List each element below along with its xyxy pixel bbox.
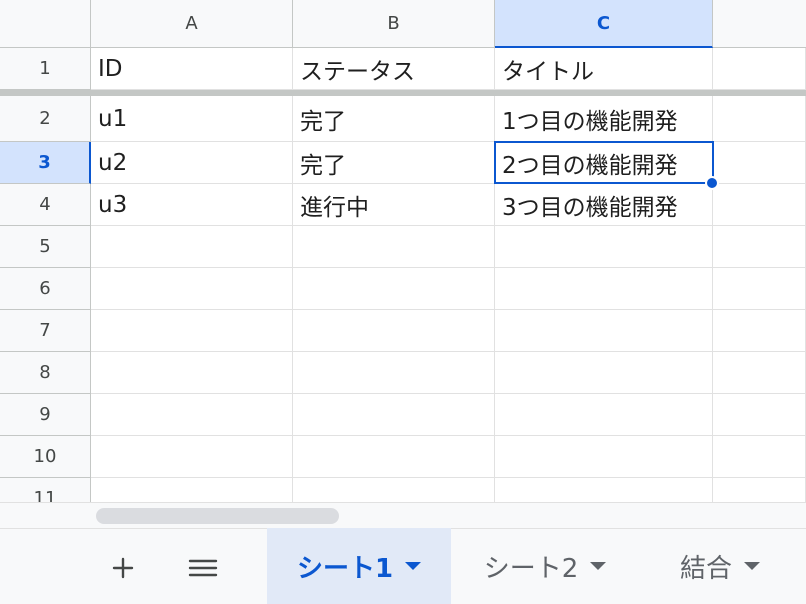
row-header-5[interactable]: 5 [0,226,91,268]
cell-d10[interactable] [713,436,806,478]
cell-c10[interactable] [495,436,713,478]
cell-a8[interactable] [91,352,293,394]
chevron-down-icon[interactable] [590,562,607,570]
cell-a3[interactable]: u2 [91,142,293,184]
tab-merge-label: 結合 [679,553,732,584]
cell-c9[interactable] [495,394,713,436]
cell-d11[interactable] [713,478,806,502]
hamburger-menu-icon[interactable] [183,548,223,588]
row-header-8[interactable]: 8 [0,352,91,394]
tab-sheet2[interactable]: シート2 [460,528,630,604]
cell-b3[interactable]: 完了 [293,142,495,184]
tab-sheet1[interactable]: シート1 [267,528,451,604]
tab-sheet2-label: シート2 [483,553,579,584]
cell-a2[interactable]: u1 [91,96,293,142]
cell-c8[interactable] [495,352,713,394]
tab-merge[interactable]: 結合 [650,528,790,604]
column-header-c[interactable]: C [495,0,713,48]
plus-icon[interactable] [103,548,143,588]
cell-a7[interactable] [91,310,293,352]
cell-b10[interactable] [293,436,495,478]
row-header-7[interactable]: 7 [0,310,91,352]
cell-d7[interactable] [713,310,806,352]
cell-c6[interactable] [495,268,713,310]
cell-d6[interactable] [713,268,806,310]
cell-a5[interactable] [91,226,293,268]
cell-d9[interactable] [713,394,806,436]
cell-b2[interactable]: 完了 [293,96,495,142]
cell-a9[interactable] [91,394,293,436]
cell-b5[interactable] [293,226,495,268]
cell-b11[interactable] [293,478,495,502]
cell-d1[interactable] [713,48,806,90]
horizontal-scrollbar-thumb[interactable] [96,508,339,524]
tab-sheet1-label: シート1 [296,553,394,584]
cell-a4[interactable]: u3 [91,184,293,226]
select-all-corner[interactable] [0,0,91,48]
cell-d5[interactable] [713,226,806,268]
selected-cell-outline [494,141,714,184]
cell-b4[interactable]: 進行中 [293,184,495,226]
cell-a10[interactable] [91,436,293,478]
cell-c2[interactable]: 1つ目の機能開発 [495,96,713,142]
chevron-down-icon[interactable] [405,562,422,570]
row-header-2[interactable]: 2 [0,96,91,142]
row-header-10[interactable]: 10 [0,436,91,478]
chevron-down-icon[interactable] [744,562,760,570]
column-header-a[interactable]: A [91,0,293,48]
cell-c1[interactable]: タイトル [495,48,713,90]
cell-a11[interactable] [91,478,293,502]
column-header-b[interactable]: B [293,0,495,48]
cell-d8[interactable] [713,352,806,394]
row-header-9[interactable]: 9 [0,394,91,436]
cell-a1[interactable]: ID [91,48,293,90]
row-header-6[interactable]: 6 [0,268,91,310]
spreadsheet-grid: A B C 1 2 3 4 5 6 7 8 9 10 11 ID ステータス タ… [0,0,806,502]
cell-d3[interactable] [713,142,806,184]
cell-b7[interactable] [293,310,495,352]
cell-b1[interactable]: ステータス [293,48,495,90]
cell-b8[interactable] [293,352,495,394]
row-header-3[interactable]: 3 [0,142,91,184]
cell-c4[interactable]: 3つ目の機能開発 [495,184,713,226]
cell-c7[interactable] [495,310,713,352]
cell-d4[interactable] [713,184,806,226]
fill-handle[interactable] [705,176,719,190]
row-header-1[interactable]: 1 [0,48,91,90]
cell-c5[interactable] [495,226,713,268]
row-header-11[interactable]: 11 [0,478,91,502]
cell-d2[interactable] [713,96,806,142]
cell-b6[interactable] [293,268,495,310]
cell-c11[interactable] [495,478,713,502]
row-header-4[interactable]: 4 [0,184,91,226]
cell-b9[interactable] [293,394,495,436]
column-header-d[interactable] [713,0,806,48]
cell-a6[interactable] [91,268,293,310]
